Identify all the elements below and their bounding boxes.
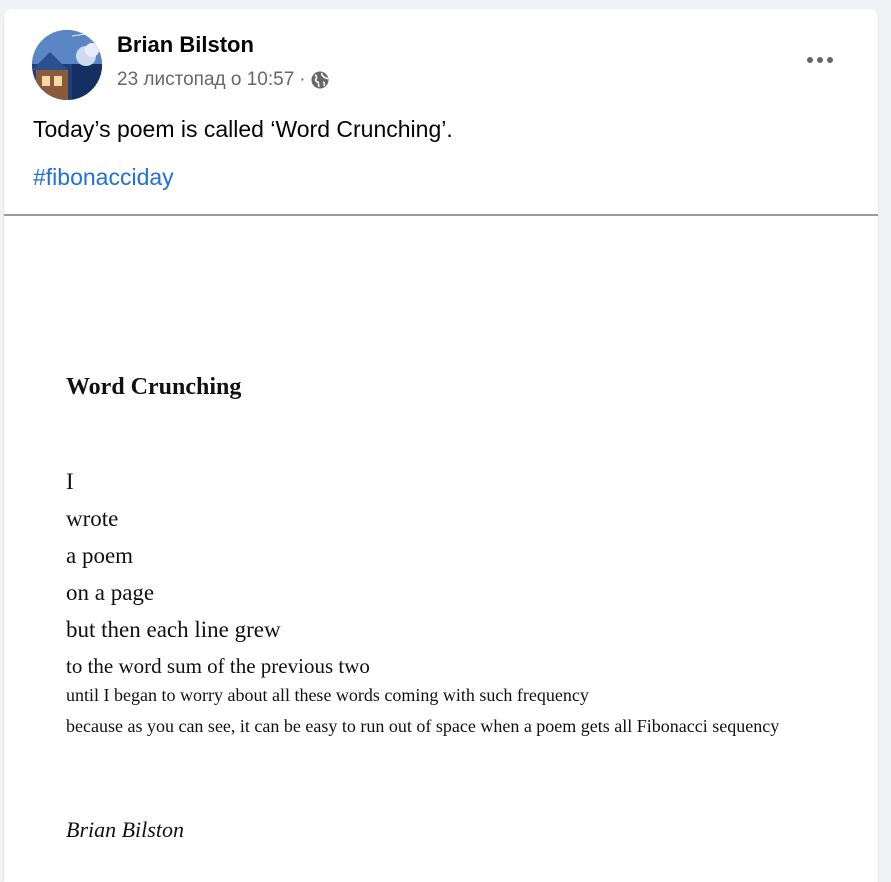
poem-line: I	[66, 469, 74, 494]
avatar-image	[32, 30, 102, 100]
poem-line: on a page	[66, 580, 155, 605]
poem-line: wrote	[66, 506, 119, 531]
poem-image[interactable]: Word Crunching I wrote a poem on a page …	[4, 216, 878, 882]
poem-line: until I began to worry about all these w…	[66, 685, 589, 705]
poem-title: Word Crunching	[66, 374, 242, 400]
more-dot	[817, 57, 823, 63]
meta-separator: ·	[299, 69, 306, 90]
hashtag-link[interactable]: #fibonacciday	[33, 164, 174, 191]
post-text: Today’s poem is called ‘Word Crunching’.	[33, 116, 453, 142]
post-card: Brian Bilston 23 листопад о 10:57 · Toda…	[4, 9, 878, 882]
more-horizontal-icon	[807, 57, 813, 63]
more-options-button[interactable]	[798, 45, 842, 75]
globe-icon[interactable]	[310, 70, 330, 90]
poem-signature: Brian Bilston	[66, 817, 184, 842]
more-dot	[827, 57, 833, 63]
post-meta: 23 листопад о 10:57 ·	[117, 69, 330, 91]
author-name[interactable]: Brian Bilston	[117, 32, 254, 58]
poem-line: but then each line grew	[66, 617, 281, 642]
poem-line: a poem	[66, 543, 134, 568]
poem-line: because as you can see, it can be easy t…	[66, 716, 780, 736]
post-timestamp[interactable]: 23 листопад о 10:57	[117, 69, 294, 91]
avatar[interactable]	[32, 30, 102, 100]
poem-line: to the word sum of the previous two	[66, 654, 370, 678]
